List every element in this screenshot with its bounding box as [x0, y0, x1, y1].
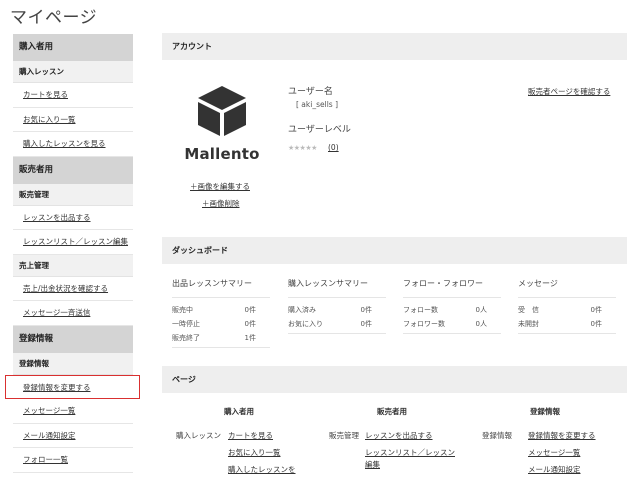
dashboard-row: 受 信 0件	[518, 306, 602, 314]
page-link-email-settings[interactable]: メール通知設定	[528, 464, 581, 476]
dashboard-title: 購入レッスンサマリー	[288, 279, 368, 288]
sidebar-item-email-settings[interactable]: メール通知設定	[13, 424, 133, 448]
page-link-list-lesson[interactable]: レッスンを出品する	[365, 430, 433, 442]
username-label: ユーザー名	[288, 87, 333, 97]
dashboard-purchase-summary: 購入レッスンサマリー 購入済み 0件 お気に入り 0件	[288, 278, 386, 334]
sidebar-item-revenue-status[interactable]: 売上/出金状況を確認する	[13, 277, 133, 301]
dashboard-row: 未開封 0件	[518, 320, 602, 328]
dashboard-follow-summary: フォロー・フォロワー フォロー数 0人 フォロワー数 0人	[403, 278, 501, 334]
username-value: [ aki_sells ]	[296, 100, 338, 109]
sidebar-subheading-purchased-lessons: 購入レッスン	[13, 61, 133, 83]
user-level-label: ユーザーレベル	[288, 125, 351, 135]
delete-image-link[interactable]: ＋画像削除	[202, 198, 240, 209]
box-logo-icon	[198, 86, 246, 136]
sidebar-heading-registration: 登録情報	[13, 325, 133, 353]
page-link-change-registration[interactable]: 登録情報を変更する	[528, 430, 596, 442]
logo-text: Mallento	[184, 145, 260, 163]
account-panel: アカウント Mallento ＋画像を編集する ＋画像削除 ユーザー名 [ ak…	[162, 33, 627, 218]
page-seller-category: 販売者用	[377, 407, 407, 416]
seller-page-link[interactable]: 販売者ページを確認する	[528, 86, 610, 97]
sidebar-item-change-registration[interactable]: 登録情報を変更する	[5, 374, 140, 399]
rating-stars-icon: ★★★★★	[288, 144, 317, 152]
sidebar-item-cart[interactable]: カートを見る	[13, 83, 133, 108]
sidebar-item-follow-list[interactable]: フォロー一覧	[13, 448, 133, 473]
page-registration-label: 登録情報	[482, 431, 512, 440]
dashboard-row: フォロー数 0人	[403, 306, 487, 314]
sidebar-subheading-sales-management: 販売管理	[13, 183, 133, 206]
dashboard-row: 一時停止 0件	[172, 320, 256, 328]
sidebar: 購入者用 購入レッスン カートを見る お気に入り一覧 購入したレッスンを見る 販…	[5, 34, 140, 473]
sidebar-item-broadcast-message[interactable]: メッセージ一斉送信	[13, 301, 133, 326]
page-sitemap-panel: ページ 購入者用 販売者用 登録情報 購入レッスン カートを見る お気に入り一覧…	[162, 366, 627, 485]
page-registration-category: 登録情報	[530, 407, 560, 416]
page-link-favorites[interactable]: お気に入り一覧	[228, 447, 281, 459]
page-title: マイページ	[10, 8, 98, 28]
dashboard-row: 販売中 0件	[172, 306, 256, 314]
page-buyer-category: 購入者用	[224, 407, 254, 416]
page-link-lesson-list-edit[interactable]: レッスンリスト／レッスン編集	[365, 447, 461, 471]
dashboard-title: メッセージ	[518, 279, 558, 288]
page-link-cart[interactable]: カートを見る	[228, 430, 273, 442]
dashboard-title: フォロー・フォロワー	[403, 279, 483, 288]
dashboard-row: 販売終了 1件	[172, 334, 256, 342]
page-link-purchased-lessons[interactable]: 購入したレッスンを	[228, 464, 296, 476]
dashboard-row: 購入済み 0件	[288, 306, 372, 314]
page-seller-label: 販売管理	[329, 431, 359, 440]
sidebar-subheading-revenue: 売上管理	[13, 254, 133, 277]
sidebar-subheading-registration: 登録情報	[13, 352, 133, 375]
sidebar-heading-seller: 販売者用	[13, 156, 133, 184]
page-buyer-label: 購入レッスン	[176, 431, 221, 440]
dashboard-listing-summary: 出品レッスンサマリー 販売中 0件 一時停止 0件 販売終了 1件	[172, 278, 270, 348]
dashboard-title: 出品レッスンサマリー	[172, 279, 252, 288]
profile-image: Mallento	[180, 83, 264, 163]
rating-count-link[interactable]: (0)	[328, 143, 339, 152]
sidebar-item-messages[interactable]: メッセージ一覧	[13, 399, 133, 424]
sidebar-heading-buyer: 購入者用	[13, 34, 133, 61]
dashboard-message-summary: メッセージ 受 信 0件 未開封 0件	[518, 278, 616, 334]
page-heading: ページ	[162, 366, 627, 393]
sidebar-item-purchased-lessons[interactable]: 購入したレッスンを見る	[13, 132, 133, 157]
dashboard-heading: ダッシュボード	[162, 237, 627, 264]
edit-image-link[interactable]: ＋画像を編集する	[190, 181, 250, 192]
dashboard-panel: ダッシュボード 出品レッスンサマリー 販売中 0件 一時停止 0件 販売終了 1件 購…	[162, 237, 627, 348]
account-heading: アカウント	[162, 33, 627, 60]
sidebar-item-favorites[interactable]: お気に入り一覧	[13, 108, 133, 132]
dashboard-row: お気に入り 0件	[288, 320, 372, 328]
sidebar-item-list-lesson[interactable]: レッスンを出品する	[13, 206, 133, 230]
dashboard-row: フォロワー数 0人	[403, 320, 487, 328]
page-link-messages[interactable]: メッセージ一覧	[528, 447, 580, 459]
sidebar-item-lesson-list-edit[interactable]: レッスンリスト／レッスン編集	[13, 230, 133, 255]
